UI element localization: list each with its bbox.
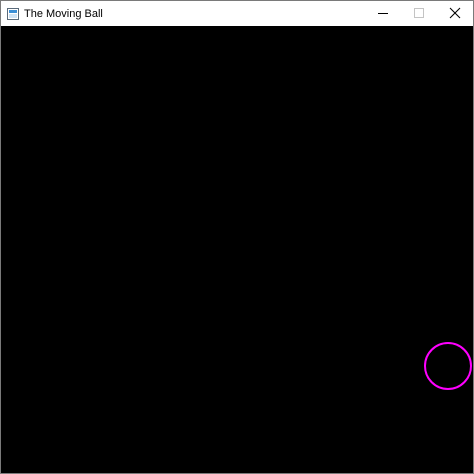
app-window-icon[interactable] [7, 7, 19, 20]
moving-ball [424, 342, 472, 390]
title-bar[interactable]: The Moving Ball [1, 1, 473, 26]
window-title: The Moving Ball [24, 7, 103, 20]
close-icon [449, 7, 461, 19]
maximize-button[interactable] [401, 1, 437, 26]
maximize-icon [414, 8, 424, 18]
caption-buttons [365, 1, 473, 26]
close-button[interactable] [437, 1, 473, 26]
canvas-area[interactable] [1, 26, 473, 473]
app-window: The Moving Ball [0, 0, 474, 474]
minimize-icon [378, 13, 388, 14]
minimize-button[interactable] [365, 1, 401, 26]
